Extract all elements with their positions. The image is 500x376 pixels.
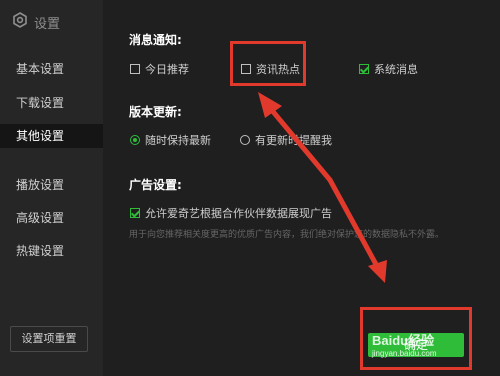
daily-recommend-option[interactable]: 今日推荐 (130, 61, 189, 77)
highlight-box-news-hotspot (230, 41, 306, 86)
system-messages-label: 系统消息 (374, 63, 418, 76)
version-update-section-title: 版本更新: (129, 105, 182, 119)
ads-note: 用于向您推荐相关度更高的优质广告内容，我们绝对保护您的数据隐私不外露。 (129, 230, 445, 240)
gear-icon (12, 12, 28, 32)
always-latest-option[interactable]: 随时保持最新 (130, 132, 211, 148)
daily-recommend-checkbox[interactable] (130, 64, 140, 74)
sidebar-item-other-settings[interactable]: 其他设置 (0, 124, 103, 148)
reset-settings-button[interactable]: 设置项重置 (10, 326, 88, 352)
allow-ads-option[interactable]: 允许爱奇艺根据合作伙伴数据展现广告 (130, 205, 332, 221)
notify-on-update-option[interactable]: 有更新时提醒我 (240, 132, 332, 148)
sidebar: 设置 基本设置 下载设置 其他设置 播放设置 高级设置 热键设置 设置项重置 (0, 0, 103, 376)
system-messages-option[interactable]: 系统消息 (359, 61, 418, 77)
highlight-box-confirm (360, 307, 472, 370)
ads-section-title: 广告设置: (129, 178, 182, 192)
system-messages-checkbox[interactable] (359, 64, 369, 74)
window-title: 设置 (34, 16, 61, 32)
notify-on-update-radio[interactable] (240, 135, 250, 145)
notifications-section-title: 消息通知: (129, 33, 182, 47)
brand: 设置 (12, 12, 60, 32)
sidebar-item-basic-settings[interactable]: 基本设置 (0, 57, 103, 81)
always-latest-radio[interactable] (130, 135, 140, 145)
sidebar-item-advanced-settings[interactable]: 高级设置 (0, 206, 103, 230)
always-latest-label: 随时保持最新 (145, 134, 211, 147)
daily-recommend-label: 今日推荐 (145, 63, 189, 76)
allow-ads-checkbox[interactable] (130, 208, 140, 218)
allow-ads-label: 允许爱奇艺根据合作伙伴数据展现广告 (145, 207, 332, 220)
sidebar-item-download-settings[interactable]: 下载设置 (0, 91, 103, 115)
sidebar-item-hotkey-settings[interactable]: 热键设置 (0, 239, 103, 263)
notify-on-update-label: 有更新时提醒我 (255, 134, 332, 147)
sidebar-item-playback-settings[interactable]: 播放设置 (0, 173, 103, 197)
